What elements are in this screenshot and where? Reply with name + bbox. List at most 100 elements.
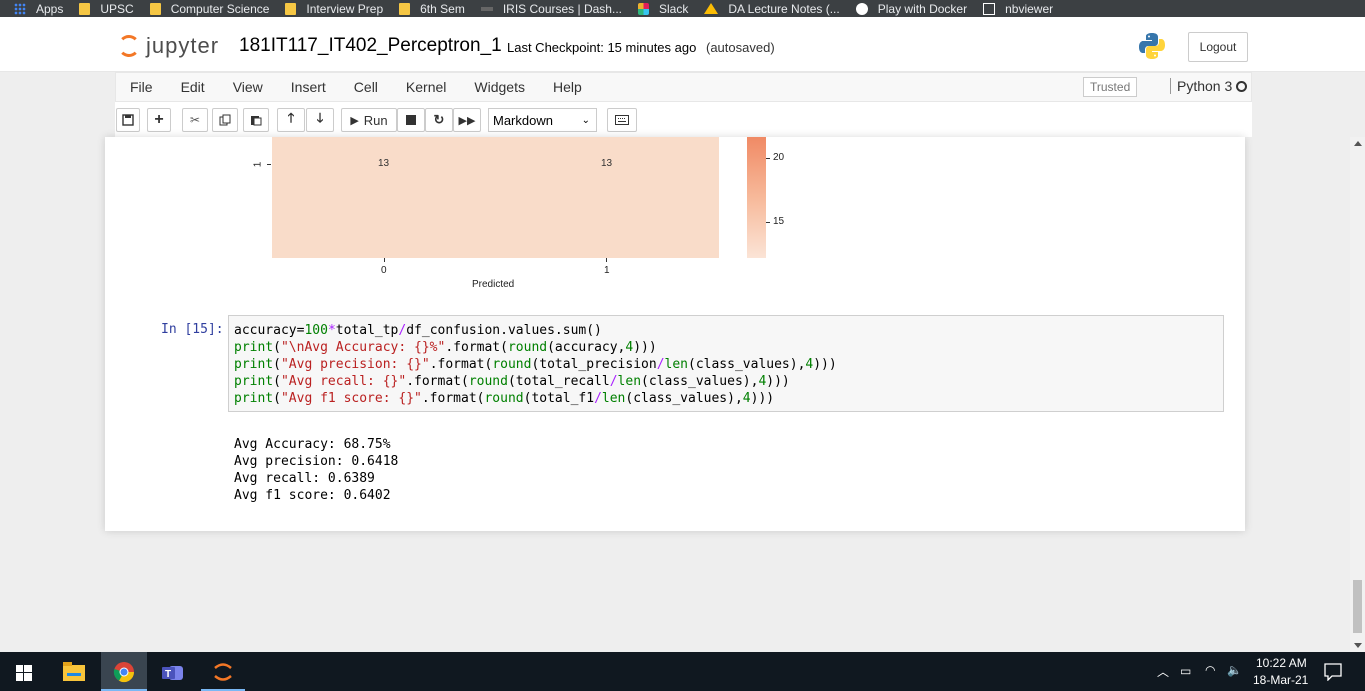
battery-icon[interactable]: ▭	[1180, 664, 1191, 678]
bookmark-docker[interactable]: Play with Docker	[855, 2, 967, 16]
notifications-icon[interactable]	[1324, 663, 1342, 681]
menu-file[interactable]: File	[116, 79, 167, 95]
heatmap-y-tick-label: 1	[252, 161, 264, 168]
bookmark-apps[interactable]: Apps	[14, 2, 63, 16]
output-line: Avg f1 score: 0.6402	[234, 488, 391, 503]
menubar: File Edit View Insert Cell Kernel Widget…	[115, 72, 1252, 102]
move-up-button[interactable]: 🡑	[277, 108, 305, 132]
slack-icon	[637, 2, 649, 15]
folder-icon	[399, 2, 411, 15]
save-button[interactable]	[116, 108, 140, 132]
interrupt-button[interactable]	[397, 108, 425, 132]
output-line: Avg Accuracy: 68.75%	[234, 437, 391, 452]
python-logo-icon	[1139, 33, 1165, 59]
notebook-header: jupyter 181IT117_IT402_Perceptron_1 Last…	[0, 17, 1365, 72]
clock-time[interactable]: 10:22 AM	[1256, 656, 1307, 670]
play-icon: ▶	[350, 114, 359, 127]
confusion-heatmap	[272, 137, 719, 258]
file-explorer-icon[interactable]	[63, 662, 85, 682]
bookmark-nbviewer[interactable]: nbviewer	[983, 2, 1053, 16]
copy-button[interactable]	[212, 108, 238, 132]
tray-chevron-up-icon[interactable]: ︿	[1157, 663, 1169, 680]
colorbar-tick	[766, 158, 770, 159]
bookmark-da-lecture[interactable]: DA Lecture Notes (...	[704, 2, 840, 16]
notebook-name[interactable]: 181IT117_IT402_Perceptron_1	[239, 35, 502, 57]
logout-button[interactable]: Logout	[1188, 32, 1248, 62]
menu-kernel[interactable]: Kernel	[392, 79, 460, 95]
save-icon	[122, 114, 134, 126]
restart-run-all-button[interactable]: ▶▶	[453, 108, 481, 132]
menu-widgets[interactable]: Widgets	[460, 79, 539, 95]
jupyter-app-icon	[214, 663, 232, 681]
menu-view[interactable]: View	[219, 79, 277, 95]
fast-forward-icon: ▶▶	[458, 114, 476, 127]
windows-start-icon[interactable]	[16, 665, 32, 681]
move-down-button[interactable]: 🡓	[306, 108, 334, 132]
scissors-icon: ✂	[189, 113, 201, 127]
trusted-indicator[interactable]: Trusted	[1083, 77, 1138, 97]
teams-icon[interactable]: T	[161, 661, 185, 683]
cell-output: Avg Accuracy: 68.75% Avg precision: 0.641…	[234, 436, 398, 504]
keyboard-icon	[615, 115, 629, 125]
bookmark-iris[interactable]: IRIS Courses | Dash...	[480, 2, 622, 16]
svg-text:T: T	[165, 669, 171, 680]
iris-icon	[480, 6, 493, 11]
menu-edit[interactable]: Edit	[167, 79, 219, 95]
bookmark-upsc[interactable]: UPSC	[79, 2, 134, 16]
nbviewer-icon	[983, 2, 996, 15]
refresh-icon: ↻	[433, 112, 445, 127]
insert-cell-button[interactable]: +	[147, 108, 171, 132]
jupyter-logo-icon	[118, 35, 140, 57]
output-line: Avg precision: 0.6418	[234, 454, 399, 469]
autosave-status: (autosaved)	[706, 40, 775, 55]
chevron-down-icon: ⌄	[581, 114, 590, 126]
restart-button[interactable]: ↻	[425, 108, 453, 132]
stop-icon	[406, 115, 416, 125]
colorbar-tick-label: 20	[773, 152, 785, 163]
drive-icon	[704, 3, 719, 14]
toolbar: + ✂ 🡑 🡓 ▶ Run ↻ ▶▶ Markdown ⌄	[115, 102, 1252, 137]
colorbar-tick	[766, 222, 770, 223]
volume-icon[interactable]: 🔈	[1227, 663, 1242, 677]
scroll-down-icon[interactable]	[1354, 643, 1362, 648]
cell-type-select[interactable]: Markdown ⌄	[488, 108, 597, 132]
kernel-idle-indicator-icon	[1236, 81, 1247, 92]
menu-insert[interactable]: Insert	[277, 79, 340, 95]
arrow-up-icon: 🡑	[287, 110, 295, 125]
heatmap-y-tick	[267, 164, 271, 165]
plus-icon: +	[154, 111, 164, 128]
docker-icon	[855, 2, 868, 15]
bookmark-slack[interactable]: Slack	[637, 2, 688, 16]
heatmap-colorbar	[747, 137, 766, 258]
menu-cell[interactable]: Cell	[340, 79, 392, 95]
folder-icon	[149, 2, 161, 15]
folder-icon	[285, 2, 297, 15]
heatmap-x-tick	[384, 258, 385, 262]
paste-button[interactable]	[243, 108, 269, 132]
bookmark-interview-prep[interactable]: Interview Prep	[285, 2, 383, 16]
scroll-up-icon[interactable]	[1354, 141, 1362, 146]
heatmap-xlabel: Predicted	[472, 279, 515, 290]
notebook-container: 13 13 1 0 1 Predicted 20 15 In [15]: acc…	[105, 137, 1245, 531]
wifi-icon[interactable]: ◠	[1205, 663, 1215, 677]
heatmap-x-tick	[606, 258, 607, 262]
menu-help[interactable]: Help	[539, 79, 596, 95]
taskbar-jupyter[interactable]	[201, 652, 245, 691]
run-button[interactable]: ▶ Run	[341, 108, 397, 132]
bookmark-computer-science[interactable]: Computer Science	[149, 2, 269, 16]
page-scrollbar[interactable]	[1350, 137, 1365, 652]
paste-icon	[251, 116, 262, 126]
command-palette-button[interactable]	[607, 108, 637, 132]
clock-date[interactable]: 18-Mar-21	[1253, 673, 1308, 687]
scroll-thumb[interactable]	[1353, 580, 1362, 633]
heatmap-cell-label: 13	[378, 158, 390, 169]
checkpoint-status: Last Checkpoint: 15 minutes ago	[507, 40, 697, 55]
copy-icon	[219, 114, 231, 126]
taskbar-chrome[interactable]	[101, 652, 147, 691]
code-cell-input[interactable]: accuracy=100*total_tp/df_confusion.value…	[228, 315, 1224, 412]
windows-taskbar: T ︿ ▭ ◠ 🔈 10:22 AM 18-Mar-21	[0, 652, 1365, 691]
cut-button[interactable]: ✂	[182, 108, 208, 132]
cell-prompt: In [15]:	[161, 322, 224, 337]
jupyter-logo[interactable]: jupyter	[118, 33, 219, 59]
bookmark-6th-sem[interactable]: 6th Sem	[399, 2, 465, 16]
